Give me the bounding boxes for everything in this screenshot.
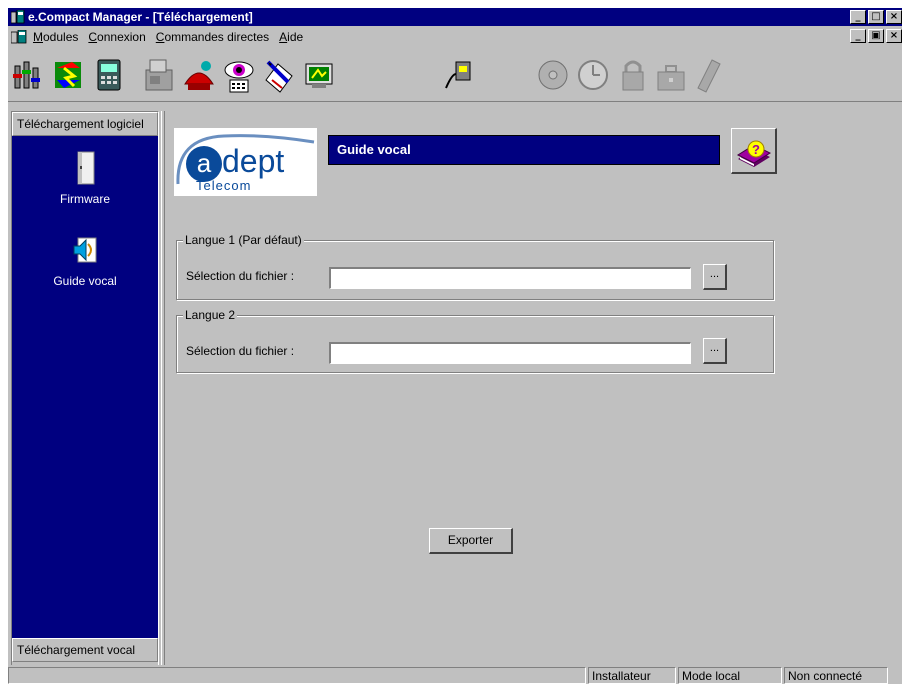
mdi-close-button[interactable]: × — [886, 29, 902, 43]
adept-telecom-logo: a dept Telecom — [174, 128, 317, 196]
window-title: e.Compact Manager - [Téléchargement] — [28, 10, 253, 24]
status-pane-empty — [8, 667, 586, 684]
clock-icon[interactable] — [576, 56, 610, 94]
mdi-minimize-button[interactable]: _ — [850, 29, 866, 43]
langue-1-browse-button[interactable]: ... — [703, 264, 727, 290]
langue-2-file-input[interactable] — [329, 342, 691, 364]
svg-text:?: ? — [752, 142, 760, 157]
app-icon — [11, 10, 25, 24]
langue-1-legend: Langue 1 (Par défaut) — [183, 233, 304, 247]
langue-2-legend: Langue 2 — [183, 308, 238, 322]
langue-2-browse-button[interactable]: ... — [703, 338, 727, 364]
equalizer-icon[interactable] — [12, 56, 46, 94]
menu-commandes-directes[interactable]: Commandes directes — [156, 30, 269, 44]
svg-text:Telecom: Telecom — [196, 178, 251, 193]
mdi-restore-button[interactable]: ▣ — [868, 29, 884, 43]
group-telechargement-vocal[interactable]: Téléchargement vocal — [12, 638, 158, 662]
status-role: Installateur — [588, 667, 676, 684]
firmware-icon — [77, 151, 95, 185]
group-telechargement-logiciel[interactable]: Téléchargement logiciel — [12, 112, 158, 136]
status-mode: Mode local — [678, 667, 782, 684]
connect-plug-icon[interactable] — [442, 56, 476, 94]
close-button[interactable]: × — [886, 10, 902, 24]
file-selection-label: Sélection du fichier : — [186, 344, 295, 358]
langue-1-file-input[interactable] — [329, 267, 691, 289]
minimize-button[interactable]: _ — [850, 10, 866, 24]
app-window: e.Compact Manager - [Téléchargement] _ □… — [8, 8, 902, 684]
section-title: Guide vocal — [328, 135, 720, 165]
cd-icon[interactable] — [536, 56, 570, 94]
lock-icon[interactable] — [616, 56, 650, 94]
phone-handset-icon[interactable] — [182, 56, 216, 94]
phone-device-icon[interactable] — [92, 56, 126, 94]
sidebar-item-firmware[interactable]: Firmware — [12, 150, 158, 206]
splitter[interactable] — [161, 111, 165, 673]
file-selection-label: Sélection du fichier : — [186, 269, 295, 283]
status-bar: Installateur Mode local Non connecté — [8, 665, 902, 684]
mobile-phone-icon[interactable] — [692, 56, 726, 94]
menu-aide[interactable]: Aide — [279, 30, 303, 44]
export-button[interactable]: Exporter — [429, 528, 513, 554]
status-connection: Non connecté — [784, 667, 888, 684]
briefcase-icon[interactable] — [654, 56, 688, 94]
eye-monitor-icon[interactable] — [222, 56, 256, 94]
maximize-button[interactable]: □ — [868, 10, 884, 24]
sidebar-item-guide-vocal[interactable]: Guide vocal — [12, 232, 158, 288]
outlook-bar: Téléchargement logiciel Firmware Guide v… — [11, 111, 159, 673]
svg-text:dept: dept — [222, 143, 284, 179]
menu-bar: Modules Connexion Commandes directes Aid… — [8, 26, 902, 48]
sidebar-item-label: Guide vocal — [53, 274, 117, 288]
sidebar-item-label: Firmware — [60, 192, 110, 206]
pen-document-icon[interactable] — [262, 56, 296, 94]
menu-modules[interactable]: Modules — [33, 30, 78, 44]
langue-1-group: Langue 1 (Par défaut) Sélection du fichi… — [176, 233, 774, 300]
exchange-icon[interactable] — [52, 56, 86, 94]
help-button[interactable]: ? — [731, 128, 777, 174]
menu-connexion[interactable]: Connexion — [88, 30, 145, 44]
title-bar: e.Compact Manager - [Téléchargement] _ □… — [8, 8, 902, 26]
langue-2-group: Langue 2 Sélection du fichier : ... — [176, 308, 774, 373]
nav-area: Firmware Guide vocal — [12, 136, 158, 638]
svg-text:a: a — [197, 148, 212, 178]
document-icon[interactable] — [11, 30, 27, 44]
guide-vocal-icon — [73, 237, 97, 263]
toolbar — [8, 48, 902, 102]
tv-network-icon[interactable] — [302, 56, 336, 94]
fax-icon[interactable] — [142, 56, 176, 94]
help-book-icon: ? — [736, 140, 772, 167]
